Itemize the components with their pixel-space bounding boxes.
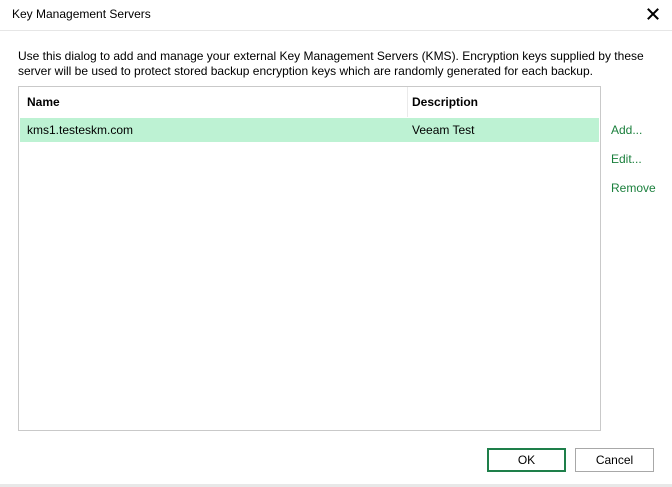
row-description-cell: Veeam Test (412, 123, 475, 137)
cancel-button[interactable]: Cancel (575, 448, 654, 472)
list-row[interactable]: kms1.testeskm.com Veeam Test (20, 118, 599, 142)
ok-button[interactable]: OK (487, 448, 566, 472)
remove-link[interactable]: Remove (611, 181, 669, 210)
title-divider (0, 30, 672, 31)
column-header-description[interactable]: Description (412, 95, 478, 109)
column-separator (407, 87, 408, 117)
kms-server-list[interactable]: Name Description kms1.testeskm.com Veeam… (18, 86, 601, 431)
close-icon (647, 8, 659, 20)
list-header: Name Description (19, 87, 600, 117)
row-name-cell: kms1.testeskm.com (27, 123, 134, 137)
side-actions: Add... Edit... Remove (611, 123, 669, 210)
dialog-title: Key Management Servers (12, 7, 151, 21)
dialog-description: Use this dialog to add and manage your e… (18, 49, 644, 78)
title-bar: Key Management Servers (0, 0, 672, 30)
kms-dialog: Key Management Servers Use this dialog t… (0, 0, 672, 487)
close-button[interactable] (642, 3, 664, 25)
add-link[interactable]: Add... (611, 123, 669, 152)
edit-link[interactable]: Edit... (611, 152, 669, 181)
column-header-name[interactable]: Name (27, 95, 60, 109)
